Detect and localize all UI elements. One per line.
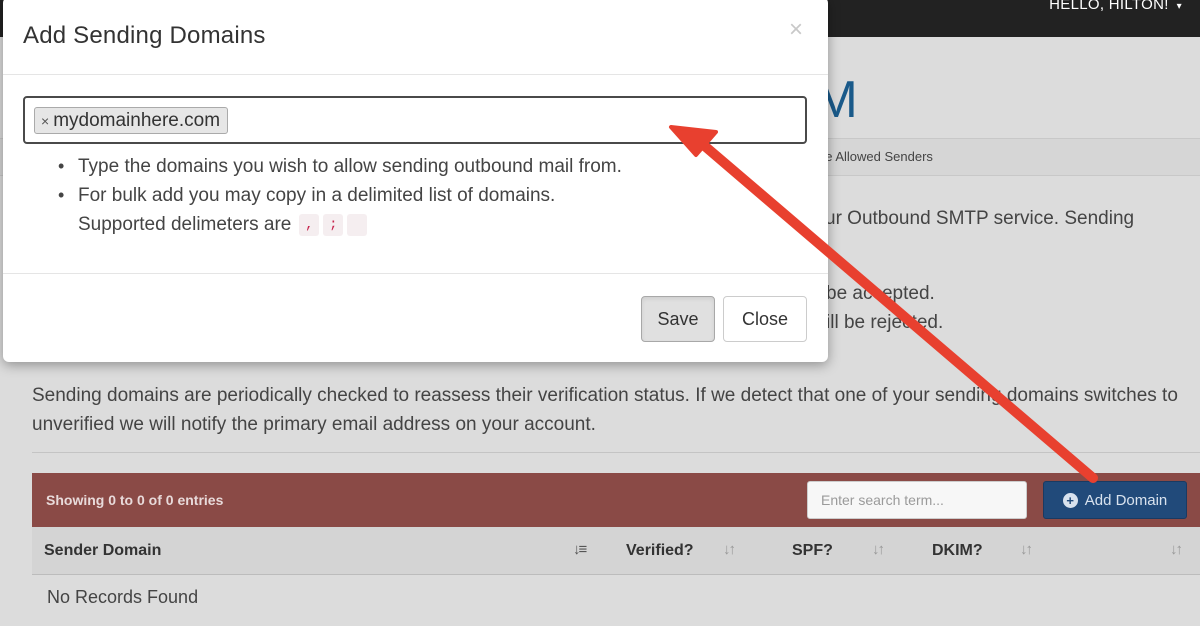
table-body: No Records Found xyxy=(32,575,1200,626)
help-item: For bulk add you may copy in a delimited… xyxy=(58,181,622,210)
sort-arrows-icon[interactable]: ↓↑ xyxy=(872,541,885,558)
column-spf[interactable]: SPF? xyxy=(792,542,833,560)
table-toolbar: Showing 0 to 0 of 0 entries + Add Domain xyxy=(32,473,1200,527)
sort-arrows-icon[interactable]: ↓↑ xyxy=(1170,541,1183,558)
column-sender-domain[interactable]: Sender Domain xyxy=(44,542,161,560)
domain-tag-label: mydomainhere.com xyxy=(53,109,221,131)
column-dkim[interactable]: DKIM? xyxy=(932,542,983,560)
help-list: Type the domains you wish to allow sendi… xyxy=(58,152,622,239)
sort-arrows-icon[interactable]: ↓↑ xyxy=(723,541,736,558)
rule-rejected-text: ill be rejected. xyxy=(826,312,944,333)
breadcrumb: ge Allowed Senders xyxy=(818,149,933,164)
modal-title: Add Sending Domains xyxy=(23,22,266,49)
user-menu[interactable]: HELLO, HILTON! ▾ xyxy=(1049,0,1182,13)
domains-tag-input[interactable]: × mydomainhere.com xyxy=(23,96,807,144)
add-domain-button[interactable]: + Add Domain xyxy=(1043,481,1187,519)
sort-arrows-icon[interactable]: ↓↑ xyxy=(1020,541,1033,558)
domain-tag: × mydomainhere.com xyxy=(34,107,229,134)
save-button[interactable]: Save xyxy=(641,296,715,342)
close-button[interactable]: Close xyxy=(723,296,807,342)
delimiter-semicolon: ; xyxy=(323,213,344,236)
modal-header: Add Sending Domains × xyxy=(3,0,828,75)
verification-info-text: Sending domains are periodically checked… xyxy=(32,385,1178,435)
help-item: Type the domains you wish to allow sendi… xyxy=(58,152,622,181)
add-sending-domains-modal: Add Sending Domains × × mydomainhere.com… xyxy=(3,0,828,362)
modal-footer: Save Close xyxy=(3,273,828,362)
table-header: Sender Domain ↓≡ Verified? ↓↑ SPF? ↓↑ DK… xyxy=(32,527,1200,575)
plus-circle-icon: + xyxy=(1062,492,1078,508)
delimiters-line: Supported delimeters are , ; xyxy=(58,210,622,239)
rule-accepted-text: be accepted. xyxy=(826,283,935,304)
column-verified[interactable]: Verified? xyxy=(626,542,694,560)
user-greeting: HELLO, HILTON! xyxy=(1049,0,1169,13)
delimiter-comma: , xyxy=(299,213,320,236)
add-domain-label: Add Domain xyxy=(1084,491,1168,509)
divider xyxy=(32,452,1200,453)
entries-info: Showing 0 to 0 of 0 entries xyxy=(46,492,224,508)
intro-text: ur Outbound SMTP service. Sending xyxy=(825,208,1135,229)
caret-down-icon: ▾ xyxy=(1176,1,1182,12)
delimiters-label: Supported delimeters are xyxy=(78,214,292,235)
search-input[interactable] xyxy=(807,481,1027,519)
delimiter-space xyxy=(347,213,368,236)
tag-remove-icon[interactable]: × xyxy=(41,113,49,129)
empty-message: No Records Found xyxy=(47,587,199,607)
close-icon[interactable]: × xyxy=(789,18,803,42)
sort-amount-down-icon[interactable]: ↓≡ xyxy=(573,541,587,558)
